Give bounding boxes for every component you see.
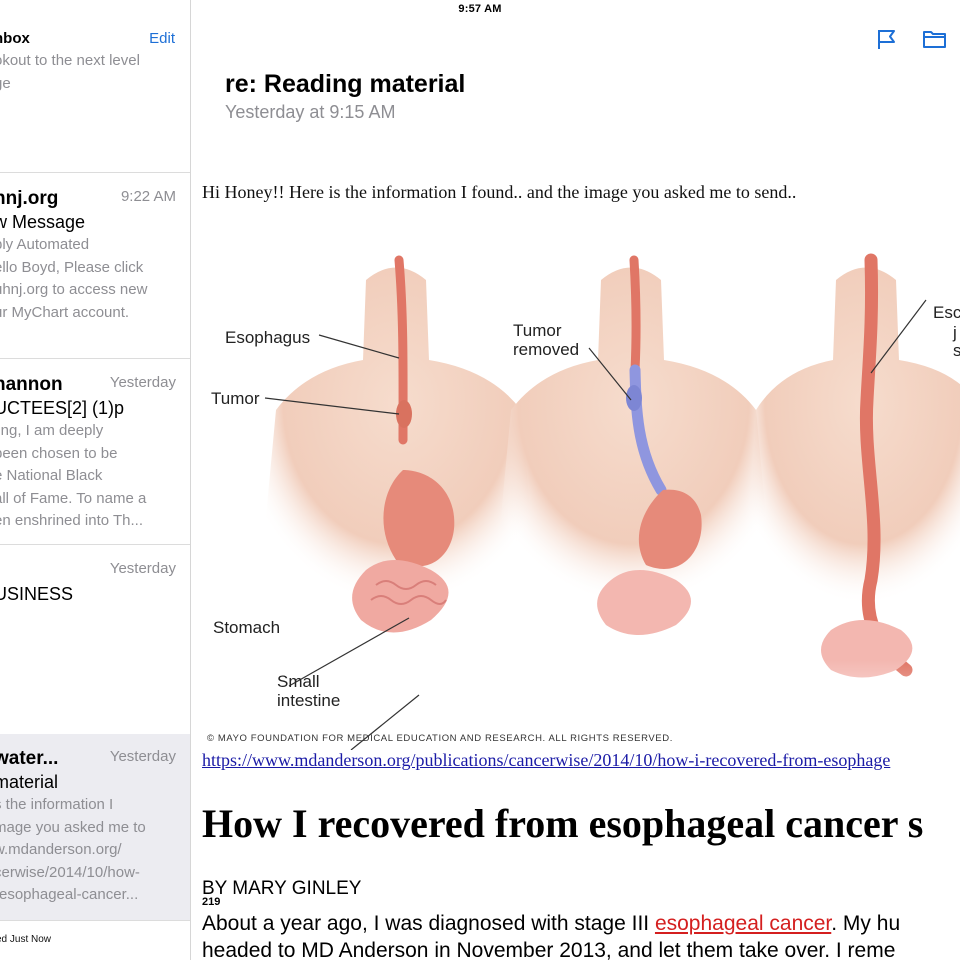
message-datetime: Yesterday at 9:15 AM xyxy=(225,102,396,122)
message-time: Yesterday xyxy=(109,374,176,391)
label-cut-3: s xyxy=(953,341,960,360)
label-small-intestine-2: intestine xyxy=(277,691,340,710)
label-tumor-removed-2: removed xyxy=(513,340,579,359)
message-preview: ply Automated ello Boyd, Please click uh… xyxy=(0,236,148,321)
paragraph-text: . My hu xyxy=(831,912,901,935)
message-sender: hnj.org xyxy=(0,188,59,209)
message-preview: okout to the next level ge xyxy=(0,52,140,92)
flag-icon[interactable] xyxy=(876,28,898,50)
message-body: re: Reading material Yesterday at 9:15 A… xyxy=(191,60,960,960)
torso-figure-3 xyxy=(746,253,960,678)
message-list-item[interactable]: hnj.org 9:22 AM w Message ply Automated … xyxy=(0,172,190,359)
message-list-item[interactable]: hannon Yesterday UCTEES[2] (1)p ling, I … xyxy=(0,358,190,545)
label-esophagus: Esophagus xyxy=(225,328,310,347)
esophagectomy-illustration: Esophagus Tumor Tumor removed Stomach Sm… xyxy=(191,240,960,751)
edit-button[interactable]: Edit xyxy=(149,30,175,47)
message-time: Yesterday xyxy=(109,748,176,765)
message-subject-heading: re: Reading material xyxy=(225,70,466,98)
esophageal-cancer-link[interactable]: esophageal cancer xyxy=(655,912,831,935)
message-list-item[interactable]: Yesterday USINESS xyxy=(0,544,190,735)
message-subject: material xyxy=(0,772,59,792)
image-copyright: © MAYO FOUNDATION FOR MEDICAL EDUCATION … xyxy=(207,733,673,744)
message-list-item[interactable]: okout to the next level ge xyxy=(0,48,190,173)
message-subject: UCTEES[2] (1)p xyxy=(0,398,125,418)
label-cut-1: Esc xyxy=(933,303,960,322)
mailbox-sidebar: nbox Edit okout to the next level ge hnj… xyxy=(0,0,191,960)
message-preview: ling, I am deeply been chosen to be e Na… xyxy=(0,422,147,529)
message-time: 9:22 AM xyxy=(120,188,176,205)
message-list-item-selected[interactable]: water... Yesterday material s the inform… xyxy=(0,734,190,921)
update-status: ed Just Now xyxy=(0,934,52,945)
message-sender: hannon xyxy=(0,374,63,395)
paragraph-text: headed to MD Anderson in November 2013, … xyxy=(202,939,896,960)
message-subject: w Message xyxy=(0,212,86,232)
message-time: Yesterday xyxy=(109,560,176,577)
torso-figure-2 xyxy=(496,255,771,635)
mailbox-title: nbox xyxy=(0,30,30,47)
label-cut-2: j xyxy=(952,323,957,342)
message-sender: water... xyxy=(0,748,59,769)
torso-figure-1 xyxy=(261,255,536,633)
paragraph-text: About a year ago, I was diagnosed with s… xyxy=(202,912,655,935)
label-small-intestine-1: Small xyxy=(277,672,320,691)
label-tumor-removed-1: Tumor xyxy=(513,321,562,340)
message-subject: USINESS xyxy=(0,584,74,604)
article-link[interactable]: https://www.mdanderson.org/publications/… xyxy=(202,750,890,771)
article-headline: How I recovered from esophageal cancer s xyxy=(202,801,924,846)
article-byline: BY MARY GINLEY xyxy=(202,878,362,899)
message-greeting: Hi Honey!! Here is the information I fou… xyxy=(202,182,797,202)
article-paragraph: About a year ago, I was diagnosed with s… xyxy=(202,910,900,960)
label-tumor: Tumor xyxy=(211,389,260,408)
folder-icon[interactable] xyxy=(922,28,948,50)
page-number: 219 xyxy=(202,896,221,908)
message-preview: s the information I mage you asked me to… xyxy=(0,796,146,903)
label-stomach: Stomach xyxy=(213,618,280,637)
